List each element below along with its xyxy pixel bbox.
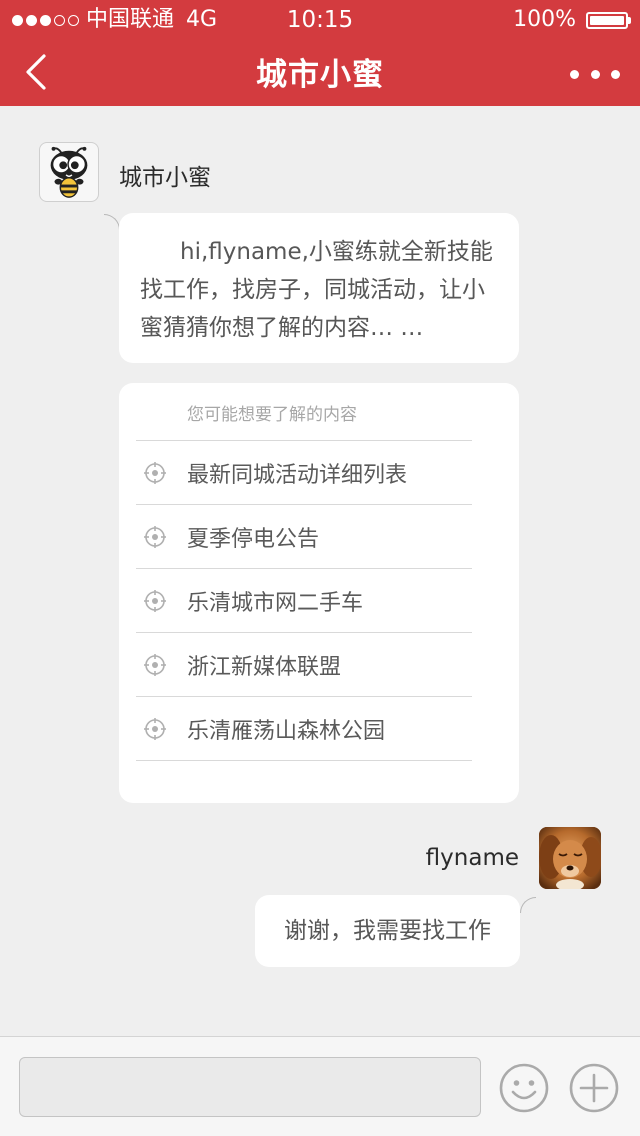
more-dots-icon	[611, 69, 620, 79]
user-message-bubble[interactable]: 谢谢，我需要找工作	[255, 895, 520, 967]
status-bar: 中国联通 4G 10:15 100%	[0, 0, 640, 40]
nav-bar: 城市小蜜	[0, 40, 640, 106]
user-name: flyname	[425, 845, 519, 871]
more-dots-icon	[590, 69, 600, 79]
suggestions-title: 您可能想要了解的内容	[187, 405, 357, 425]
target-icon	[144, 718, 166, 740]
plus-circle-icon	[569, 1063, 619, 1113]
suggestions-list: 最新同城活动详细列表 夏季停电公告 乐清城市网二手车 浙江新媒体联盟 乐清雁荡山…	[136, 440, 472, 761]
battery-fill	[590, 15, 624, 25]
message-input[interactable]	[19, 1057, 481, 1117]
suggestion-label: 最新同城活动详细列表	[187, 463, 408, 488]
bot-avatar[interactable]	[39, 142, 99, 202]
chat-area[interactable]: 城市小蜜 hi,flyname,小蜜练就全新技能找工作，找房子，同城活动，让小蜜…	[0, 106, 640, 1036]
suggestions-card: 您可能想要了解的内容 最新同城活动详细列表 夏季停电公告 乐清城市网二手车 浙江…	[119, 383, 519, 803]
battery-indicator: 100%	[513, 0, 631, 40]
bee-mascot-icon	[50, 146, 88, 198]
suggestion-label: 浙江新媒体联盟	[187, 655, 342, 680]
smiley-icon	[499, 1063, 549, 1113]
bot-name: 城市小蜜	[119, 165, 211, 191]
suggestion-label: 乐清城市网二手车	[187, 591, 364, 616]
more-options-button[interactable]	[570, 62, 620, 86]
suggestion-item[interactable]: 浙江新媒体联盟	[136, 633, 472, 697]
more-dots-icon	[570, 69, 579, 79]
target-icon	[144, 526, 166, 548]
emoji-button[interactable]	[498, 1062, 550, 1114]
suggestion-label: 夏季停电公告	[187, 527, 320, 552]
bot-message-bubble[interactable]: hi,flyname,小蜜练就全新技能找工作，找房子，同城活动，让小蜜猜猜你想了…	[119, 213, 519, 363]
suggestion-item[interactable]: 最新同城活动详细列表	[136, 441, 472, 505]
battery-icon	[586, 11, 631, 29]
page-title: 城市小蜜	[256, 57, 384, 93]
app-header: 中国联通 4G 10:15 100% 城市小蜜	[0, 0, 640, 106]
suggestion-item[interactable]: 乐清雁荡山森林公园	[136, 697, 472, 761]
bubble-tail	[520, 897, 536, 913]
suggestion-item[interactable]: 夏季停电公告	[136, 505, 472, 569]
add-attachment-button[interactable]	[568, 1062, 620, 1114]
target-icon	[144, 462, 166, 484]
bubble-tail	[104, 214, 120, 230]
dog-photo-avatar	[539, 827, 601, 889]
user-avatar[interactable]	[539, 827, 601, 889]
target-icon	[144, 590, 166, 612]
target-icon	[144, 654, 166, 676]
input-bar	[0, 1036, 640, 1136]
battery-percent: 100%	[513, 7, 576, 32]
suggestion-label: 乐清雁荡山森林公园	[187, 719, 386, 744]
suggestion-item[interactable]: 乐清城市网二手车	[136, 569, 472, 633]
